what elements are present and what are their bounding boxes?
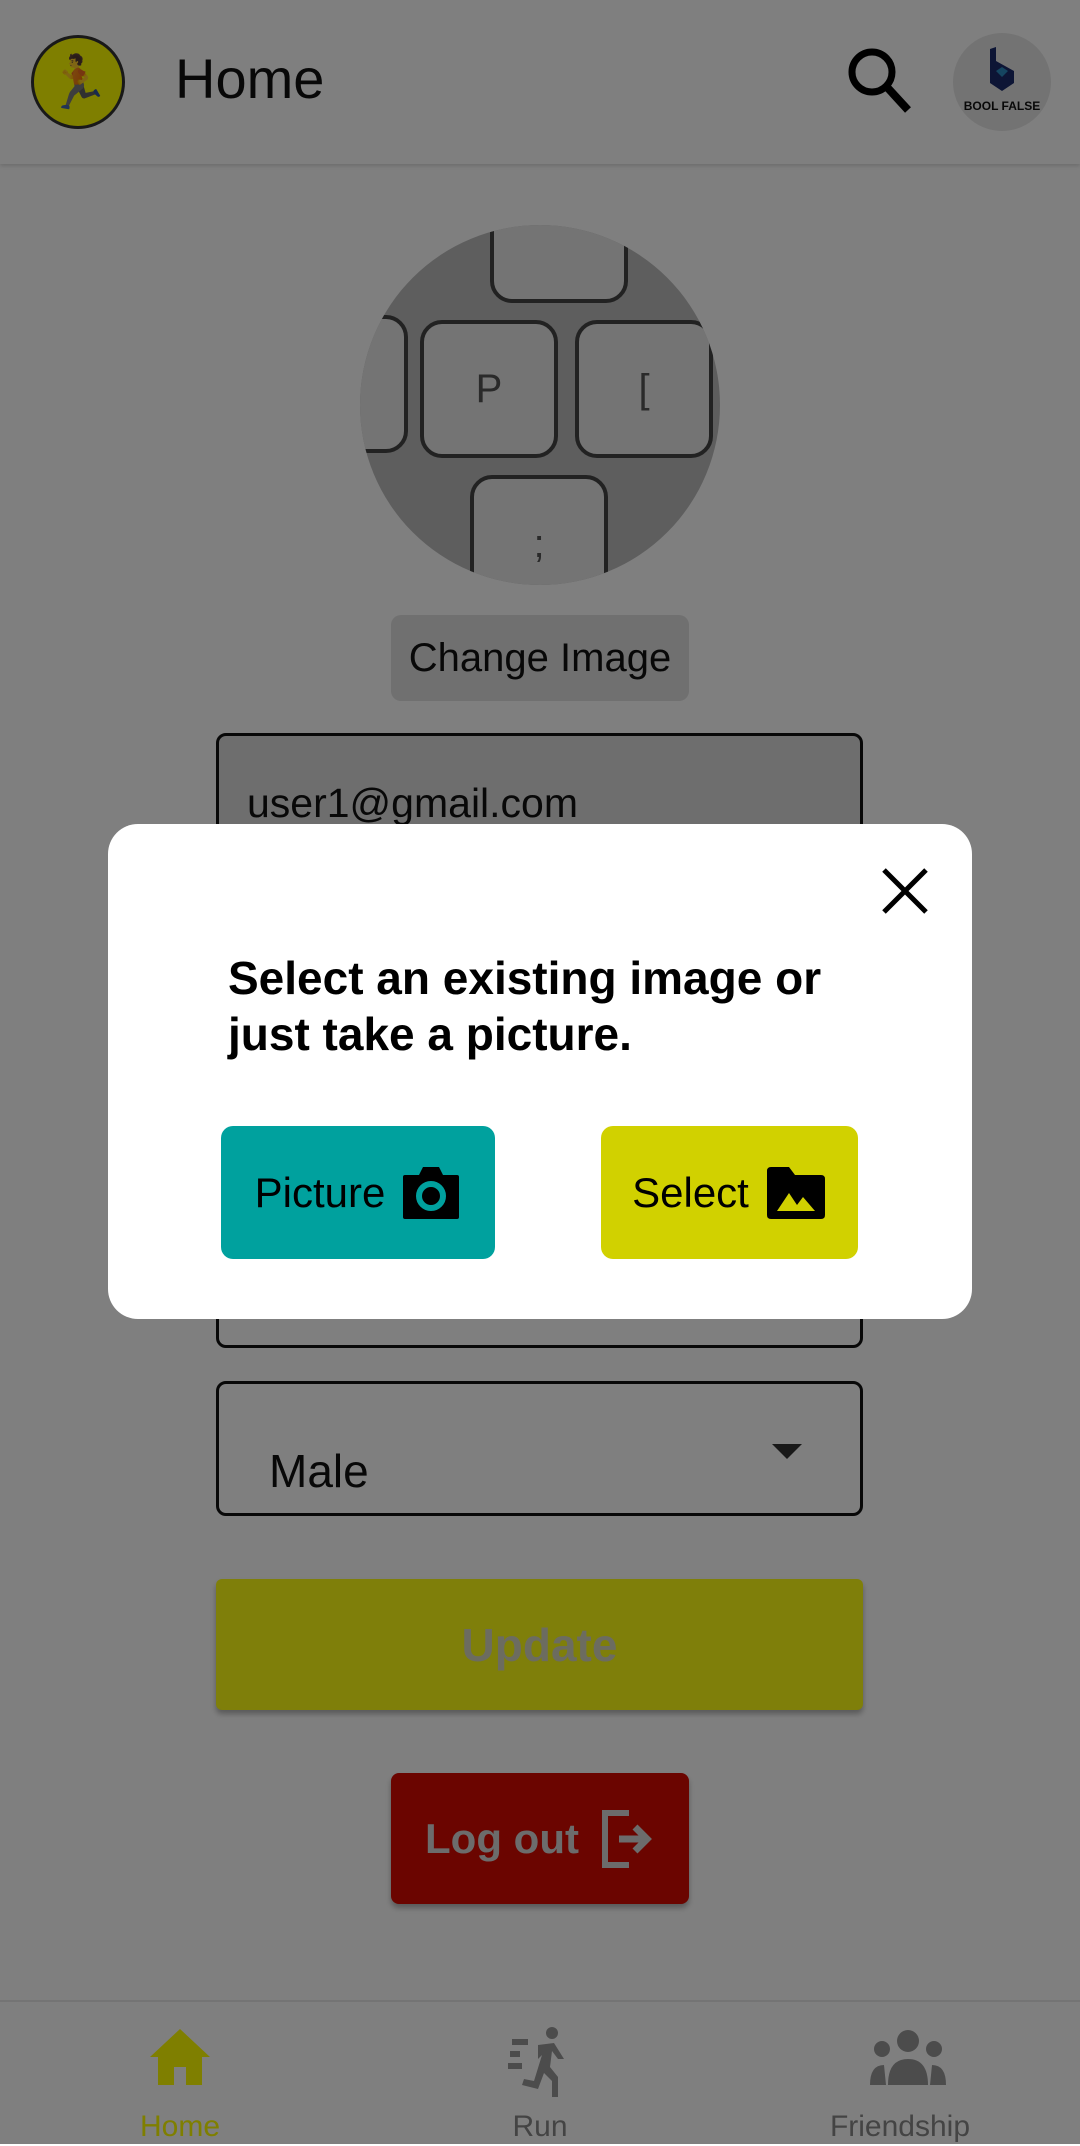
folder-image-icon <box>766 1166 825 1219</box>
select-image-button[interactable]: Select <box>601 1126 858 1259</box>
select-label: Select <box>632 1168 749 1216</box>
close-icon[interactable] <box>880 866 930 916</box>
camera-icon <box>403 1166 460 1219</box>
dialog-message: Select an existing image or just take a … <box>228 952 822 1060</box>
take-picture-button[interactable]: Picture <box>221 1126 495 1259</box>
picture-label: Picture <box>254 1168 386 1216</box>
